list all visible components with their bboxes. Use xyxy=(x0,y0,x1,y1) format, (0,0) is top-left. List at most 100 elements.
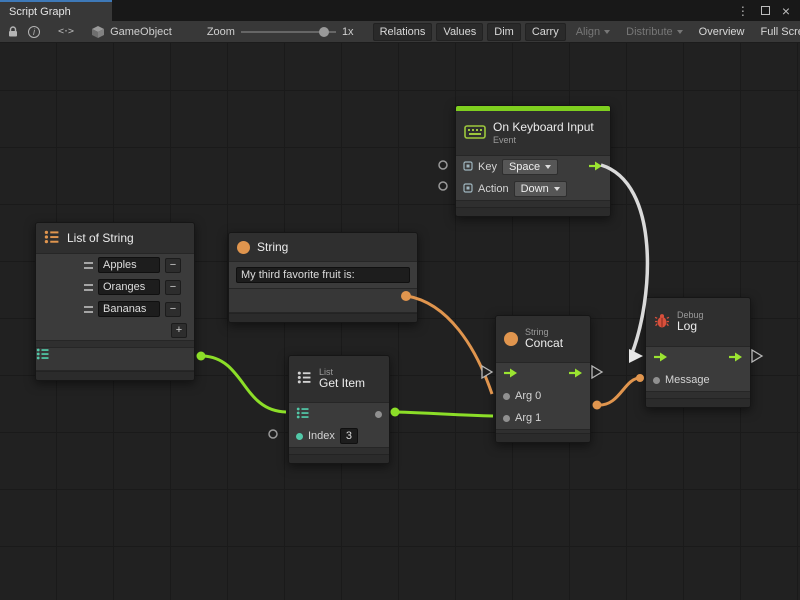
distribute-button[interactable]: Distribute xyxy=(620,24,688,40)
control-flow-row xyxy=(496,363,590,385)
zoom-slider[interactable] xyxy=(241,26,336,38)
values-label: Values xyxy=(443,26,476,38)
value-section xyxy=(229,261,417,313)
info-icon-glyph: i xyxy=(28,26,40,38)
target-name-label: GameObject xyxy=(110,26,172,38)
node-header: String Concat xyxy=(496,316,590,362)
port-row-arg1: Arg 1 xyxy=(496,407,590,429)
node-header: Debug Log xyxy=(646,298,750,346)
zoom-label: Zoom xyxy=(207,26,235,38)
align-label: Align xyxy=(576,26,600,38)
node-footer xyxy=(456,207,610,216)
ports-section: Index xyxy=(289,402,389,448)
node-title: On Keyboard Input xyxy=(493,121,594,135)
key-dropdown[interactable]: Space xyxy=(502,159,558,175)
zoom-control: Zoom 1x xyxy=(207,26,354,38)
message-label: Message xyxy=(665,374,710,386)
close-icon[interactable]: × xyxy=(782,4,790,18)
graph-target[interactable]: GameObject xyxy=(91,23,172,41)
action-dropdown-value: Down xyxy=(521,183,549,195)
drag-handle-icon[interactable] xyxy=(84,306,93,313)
port-row-action: Action Down xyxy=(456,178,610,200)
carry-button[interactable]: Carry xyxy=(525,23,566,41)
node-concat[interactable]: String Concat Arg 0 Arg 1 xyxy=(495,315,591,443)
node-debug-log[interactable]: Debug Log Message xyxy=(645,297,751,408)
drag-handle-icon[interactable] xyxy=(84,262,93,269)
node-on-keyboard-input[interactable]: On Keyboard Input Event Key Space Action… xyxy=(455,105,611,217)
control-flow-row xyxy=(646,347,750,369)
graph-toolbar: i <·> GameObject Zoom 1x Relations Value… xyxy=(0,21,800,43)
relations-button[interactable]: Relations xyxy=(373,23,433,41)
list-type-icon xyxy=(36,351,50,363)
arg1-label: Arg 1 xyxy=(515,412,541,424)
remove-item-button[interactable]: − xyxy=(165,258,181,273)
window-menu-icon[interactable]: ⋮ xyxy=(737,5,749,17)
ports-section: Key Space Action Down xyxy=(456,155,610,201)
dim-label: Dim xyxy=(494,26,514,38)
graph-canvas[interactable]: On Keyboard Input Event Key Space Action… xyxy=(0,43,800,600)
fullscreen-button[interactable]: Full Screen xyxy=(754,24,800,40)
string-output-row xyxy=(229,288,417,312)
remove-item-button[interactable]: − xyxy=(165,302,181,317)
list-item-input[interactable] xyxy=(98,279,160,295)
port-row-key: Key Space xyxy=(456,156,610,178)
string-value-input[interactable] xyxy=(236,267,410,283)
caret-down-icon xyxy=(545,165,551,169)
string-type-icon xyxy=(504,332,518,346)
node-get-item[interactable]: List Get Item Index xyxy=(288,355,390,464)
info-icon[interactable]: i xyxy=(28,23,40,41)
lock-icon[interactable] xyxy=(7,23,19,41)
dim-button[interactable]: Dim xyxy=(487,23,521,41)
string-type-icon xyxy=(237,241,250,254)
overview-button[interactable]: Overview xyxy=(693,24,751,40)
list-item-row: − xyxy=(36,276,194,298)
string-value-row xyxy=(229,262,417,288)
action-dropdown[interactable]: Down xyxy=(514,181,567,197)
zoom-value: 1x xyxy=(342,26,354,38)
maximize-icon[interactable] xyxy=(761,6,770,15)
list-output-row xyxy=(36,347,194,371)
node-string-literal[interactable]: String xyxy=(228,232,418,323)
node-title: Concat xyxy=(525,337,563,351)
message-port[interactable] xyxy=(653,377,660,384)
index-input[interactable] xyxy=(340,428,358,444)
remove-item-button[interactable]: − xyxy=(165,280,181,295)
toolbar-buttons: Relations Values Dim Carry Align Distrib… xyxy=(373,23,800,41)
list-item-row: − xyxy=(36,254,194,276)
values-button[interactable]: Values xyxy=(436,23,483,41)
key-type-icon xyxy=(463,161,473,174)
node-list-of-string[interactable]: List of String − − − xyxy=(35,222,195,381)
arg0-port[interactable] xyxy=(503,393,510,400)
node-header: List Get Item xyxy=(289,356,389,402)
port-row-index: Index xyxy=(289,425,389,447)
control-output-arrow-icon[interactable] xyxy=(588,161,603,174)
control-input-arrow-icon[interactable] xyxy=(653,352,668,365)
ports-section: Arg 0 Arg 1 xyxy=(496,362,590,430)
align-button[interactable]: Align xyxy=(570,24,616,40)
control-output-arrow-icon[interactable] xyxy=(568,368,583,381)
item-output-port[interactable] xyxy=(375,411,382,418)
control-input-arrow-icon[interactable] xyxy=(503,368,518,381)
port-row-arg0: Arg 0 xyxy=(496,385,590,407)
node-footer xyxy=(289,454,389,463)
add-item-row: + xyxy=(36,320,194,340)
drag-handle-icon[interactable] xyxy=(84,284,93,291)
index-port[interactable] xyxy=(296,433,303,440)
arg1-port[interactable] xyxy=(503,415,510,422)
add-item-button[interactable]: + xyxy=(171,323,187,338)
key-type-icon xyxy=(463,183,473,196)
node-header: On Keyboard Input Event xyxy=(456,111,610,155)
node-subtitle: Event xyxy=(493,135,594,145)
keyboard-icon xyxy=(464,124,486,142)
list-icon xyxy=(297,371,312,387)
key-port-label: Key xyxy=(478,161,497,173)
control-output-arrow-icon[interactable] xyxy=(728,352,743,365)
list-item-input[interactable] xyxy=(98,301,160,317)
zoom-slider-handle[interactable] xyxy=(319,27,329,37)
script-graph-window: Script Graph ⋮ × i <·> GameObject Zoom xyxy=(0,0,800,600)
node-title: Log xyxy=(677,320,704,334)
code-view-icon[interactable]: <·> xyxy=(58,23,73,41)
list-item-input[interactable] xyxy=(98,257,160,273)
tab-script-graph[interactable]: Script Graph xyxy=(0,0,112,21)
overview-label: Overview xyxy=(699,26,745,38)
